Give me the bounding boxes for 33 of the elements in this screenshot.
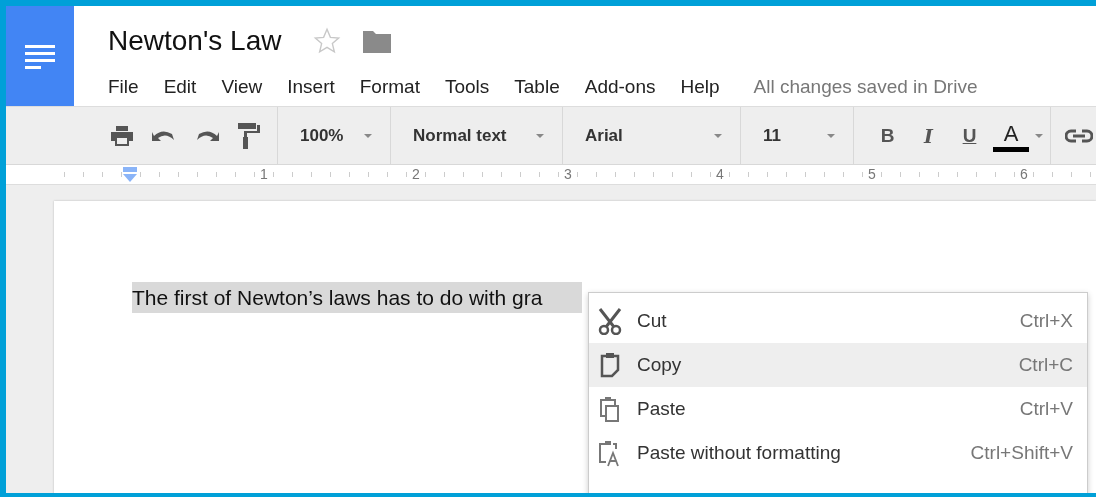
menu-item[interactable]: File xyxy=(108,76,139,98)
italic-button[interactable]: I xyxy=(911,117,946,154)
context-menu-item[interactable]: Copy Ctrl+C xyxy=(589,343,1087,387)
text-color-button[interactable]: A xyxy=(993,119,1029,152)
menu-item[interactable]: Table xyxy=(514,76,560,98)
context-menu-item[interactable]: Paste Ctrl+V xyxy=(589,387,1087,431)
menu-item[interactable]: View xyxy=(221,76,263,98)
star-icon[interactable] xyxy=(313,27,342,55)
underline-button[interactable]: U xyxy=(952,117,987,154)
paint-roller-icon[interactable] xyxy=(238,122,260,149)
document-title[interactable]: Newton's Law xyxy=(108,25,282,57)
font-dropdown[interactable]: Arial xyxy=(563,107,741,164)
folder-icon[interactable] xyxy=(363,29,392,53)
menu-item[interactable]: Format xyxy=(359,76,420,98)
zoom-dropdown[interactable]: 100% xyxy=(278,107,391,164)
document-text: The first of Newton’s laws has to do with gra xyxy=(132,282,583,313)
context-menu-item[interactable]: Cut Ctrl+X xyxy=(589,299,1087,343)
document-lines-icon xyxy=(25,43,55,71)
menu-item[interactable]: Edit xyxy=(163,76,197,98)
menu-item[interactable]: Tools xyxy=(444,76,490,98)
menu-item[interactable]: Insert xyxy=(287,76,335,98)
style-dropdown[interactable]: Normal text xyxy=(391,107,563,164)
link-icon[interactable] xyxy=(1065,128,1093,143)
docs-logo[interactable] xyxy=(6,6,74,106)
font-size-dropdown[interactable]: 11 xyxy=(741,107,854,164)
indent-marker-icon[interactable] xyxy=(122,167,138,183)
menu-item[interactable]: Help xyxy=(680,76,720,98)
save-status: All changes saved in Drive xyxy=(753,76,978,98)
print-icon[interactable] xyxy=(111,125,133,146)
scissors-icon xyxy=(597,307,623,335)
bold-button[interactable]: B xyxy=(870,117,905,154)
menu-item[interactable]: Add-ons xyxy=(584,76,656,98)
context-menu-item[interactable]: Paste without formatting Ctrl+Shift+V xyxy=(589,431,1087,475)
